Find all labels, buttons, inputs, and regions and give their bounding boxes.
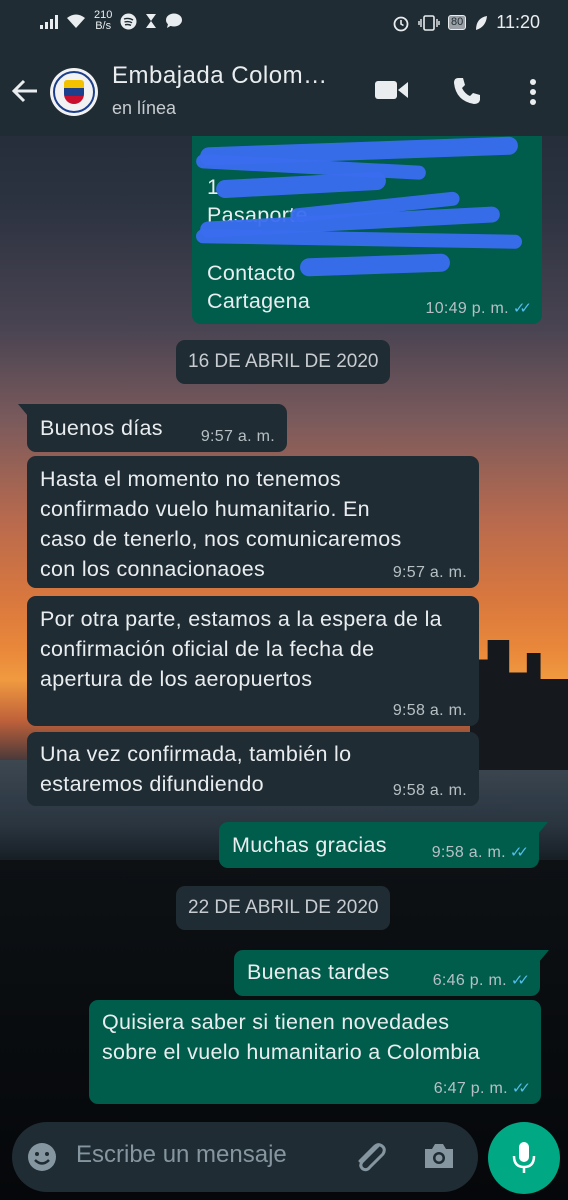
message-line: Cartagena <box>207 289 311 313</box>
message-time: 9:58 a. m. ✓✓ <box>432 844 529 862</box>
network-speed: 210 B/s <box>94 9 113 32</box>
message-time: 9:57 a. m. <box>392 564 467 581</box>
more-vert-icon[interactable] <box>528 78 538 108</box>
message-bubble-outgoing[interactable]: Quisiera saber si tienen novedades sobre… <box>89 1000 541 1104</box>
read-ticks-icon: ✓✓ <box>511 1080 531 1097</box>
message-input-bar[interactable]: Escribe un mensaje <box>12 1122 478 1192</box>
signal-icon <box>40 13 58 29</box>
message-bubble-incoming[interactable]: Por otra parte, estamos a la espera de l… <box>27 596 479 726</box>
message-text: Muchas gracias <box>232 833 387 857</box>
chat-bubble-icon <box>166 13 183 28</box>
microphone-button[interactable] <box>488 1122 560 1194</box>
message-time: 6:46 p. m. ✓✓ <box>433 972 530 990</box>
message-text: Buenos días <box>40 416 163 440</box>
paperclip-icon[interactable] <box>352 1140 388 1174</box>
message-text: Hasta el momento no tenemos confirmado v… <box>40 467 402 581</box>
read-ticks-icon: ✓✓ <box>510 972 530 989</box>
read-ticks-icon: ✓✓ <box>512 300 532 317</box>
message-text: Una vez confirmada, también lo estaremos… <box>40 742 352 796</box>
message-bubble-incoming[interactable]: Una vez confirmada, también lo estaremos… <box>27 732 479 806</box>
message-text: Por otra parte, estamos a la espera de l… <box>40 607 442 691</box>
message-text: Buenas tardes <box>247 960 390 984</box>
message-text: Quisiera saber si tienen novedades sobre… <box>102 1010 480 1064</box>
emoji-icon[interactable] <box>26 1141 58 1173</box>
contact-avatar[interactable] <box>50 68 98 116</box>
message-bubble-outgoing[interactable]: Buenas tardes 6:46 p. m. ✓✓ <box>234 950 549 996</box>
microphone-icon <box>512 1142 536 1173</box>
wifi-icon <box>67 14 85 28</box>
vibrate-icon <box>418 14 440 31</box>
message-line: Contacto <box>207 261 296 285</box>
message-time: 9:57 a. m. <box>200 428 275 445</box>
alarm-icon <box>393 16 409 31</box>
message-bubble-outgoing[interactable]: Muchas gracias 9:58 a. m. ✓✓ <box>219 822 548 868</box>
status-clock: 11:20 <box>496 12 540 32</box>
leaf-icon <box>476 15 488 30</box>
hourglass-icon <box>146 14 157 28</box>
spotify-icon <box>120 13 137 29</box>
date-separator: 22 DE ABRIL DE 2020 <box>176 886 391 930</box>
message-input[interactable]: Escribe un mensaje <box>76 1141 287 1169</box>
message-time: 10:49 p. m. ✓✓ <box>426 300 533 318</box>
chat-header: Embajada Colom… en línea <box>0 48 568 136</box>
message-bubble-incoming[interactable]: Buenos días 9:57 a. m. <box>18 404 287 452</box>
contact-status: en línea <box>112 98 177 118</box>
battery-indicator: 80 <box>448 15 467 30</box>
date-separator: 16 DE ABRIL DE 2020 <box>176 340 391 384</box>
camera-icon[interactable] <box>422 1142 456 1170</box>
message-time: 6:47 p. m. ✓✓ <box>434 1080 531 1098</box>
arrow-left-icon[interactable] <box>10 76 40 106</box>
message-time: 9:58 a. m. <box>392 782 467 799</box>
message-bubble-incoming[interactable]: Hasta el momento no tenemos confirmado v… <box>27 456 479 588</box>
contact-name[interactable]: Embajada Colom… <box>112 62 328 90</box>
phone-icon[interactable] <box>452 76 482 106</box>
status-bar: 210 B/s 80 11:20 <box>0 0 568 48</box>
video-call-icon[interactable] <box>374 78 410 102</box>
read-ticks-icon: ✓✓ <box>509 844 529 861</box>
message-time: 9:58 a. m. <box>392 702 467 719</box>
